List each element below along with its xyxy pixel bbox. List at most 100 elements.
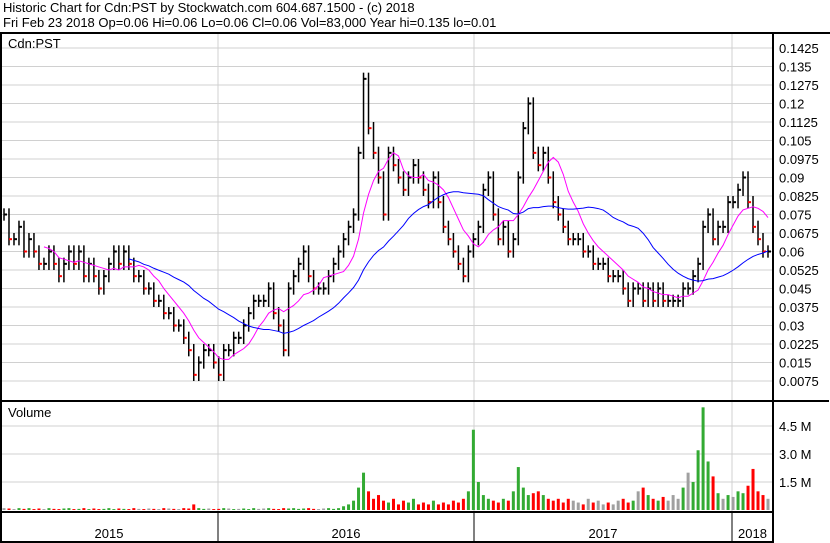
volume-bar xyxy=(152,508,156,510)
volume-bar xyxy=(167,508,171,510)
volume-bar xyxy=(282,508,286,510)
volume-bar xyxy=(596,500,600,510)
volume-bar xyxy=(332,508,336,510)
volume-bar xyxy=(272,508,276,510)
volume-bar xyxy=(342,506,346,510)
volume-bar xyxy=(401,500,405,510)
volume-bar xyxy=(337,508,341,510)
long-moving-average-line xyxy=(128,191,769,334)
volume-bar xyxy=(681,487,685,510)
volume-bar xyxy=(47,508,51,510)
volume-bar xyxy=(207,508,211,510)
chart-canvas: Cdn:PST Volume 0.1425 0.135 0.1275 0.12 0.11… xyxy=(0,32,830,543)
volume-bar xyxy=(561,502,565,510)
volume-bar xyxy=(756,491,760,510)
volume-tick-label: 1.5 M xyxy=(779,475,812,490)
year-label: 2017 xyxy=(589,526,618,541)
volume-bar xyxy=(611,504,615,510)
volume-bar xyxy=(297,508,301,510)
volume-bar xyxy=(396,504,400,510)
volume-bar xyxy=(591,502,595,510)
volume-bar xyxy=(122,508,126,510)
price-tick-label: 0.0525 xyxy=(779,263,819,278)
volume-bar xyxy=(352,500,356,510)
volume-bar xyxy=(761,495,765,510)
volume-bar xyxy=(22,508,26,510)
volume-bars xyxy=(2,407,770,510)
volume-bar xyxy=(102,508,106,510)
volume-bar xyxy=(676,498,680,510)
volume-bar xyxy=(571,500,575,510)
volume-bar xyxy=(212,509,216,510)
volume-bar xyxy=(471,429,475,510)
volume-bar xyxy=(197,508,201,510)
volume-bar xyxy=(307,508,311,510)
volume-bar xyxy=(406,502,410,510)
volume-bar xyxy=(391,498,395,510)
volume-bar xyxy=(556,498,560,510)
volume-bar xyxy=(546,498,550,510)
year-label: 2015 xyxy=(95,526,124,541)
volume-bar xyxy=(77,508,81,510)
volume-bar xyxy=(566,498,570,510)
volume-bar xyxy=(476,482,480,510)
volume-bar xyxy=(686,472,690,510)
price-tick-label: 0.1275 xyxy=(779,78,819,93)
volume-bar xyxy=(127,509,131,510)
price-tick-label: 0.0375 xyxy=(779,300,819,315)
volume-bar xyxy=(217,508,221,510)
volume-bar xyxy=(491,500,495,510)
volume-bar xyxy=(302,508,306,510)
volume-bar xyxy=(486,498,490,510)
price-tick-label: 0.1125 xyxy=(779,115,818,130)
volume-bar xyxy=(367,491,371,510)
chart-frame xyxy=(0,32,830,543)
volume-bar xyxy=(2,508,6,510)
volume-bar xyxy=(262,508,266,510)
volume-bar xyxy=(601,504,605,510)
price-tick-label: 0.09 xyxy=(779,171,804,186)
volume-bar xyxy=(516,467,520,510)
volume-bar xyxy=(67,508,71,510)
volume-bar xyxy=(377,495,381,510)
volume-bar xyxy=(222,508,226,510)
volume-bar xyxy=(671,495,675,510)
volume-bar xyxy=(586,498,590,510)
price-tick-label: 0.06 xyxy=(779,245,804,260)
volume-bar xyxy=(237,508,241,510)
volume-bar xyxy=(177,509,181,510)
volume-bar xyxy=(421,502,425,510)
volume-bar xyxy=(416,504,420,510)
volume-bar xyxy=(501,498,505,510)
volume-bar xyxy=(706,461,710,510)
volume-bar xyxy=(32,509,36,510)
volume-bar xyxy=(327,508,331,510)
volume-panel-label: Volume xyxy=(8,405,51,420)
volume-bar xyxy=(57,509,61,510)
volume-bar xyxy=(691,482,695,510)
volume-bar xyxy=(511,491,515,510)
volume-bar xyxy=(142,509,146,510)
volume-bar xyxy=(382,500,386,510)
volume-bar xyxy=(322,508,326,510)
volume-bar xyxy=(536,491,540,510)
volume-bar xyxy=(551,500,555,510)
volume-bar xyxy=(641,487,645,510)
volume-bar xyxy=(247,509,251,510)
price-panel-label: Cdn:PST xyxy=(8,36,61,51)
price-tick-label: 0.015 xyxy=(779,356,812,371)
volume-bar xyxy=(711,476,715,510)
volume-bar xyxy=(531,493,535,510)
price-tick-label: 0.0975 xyxy=(779,152,819,167)
price-tick-label: 0.12 xyxy=(779,97,804,112)
volume-bar xyxy=(736,491,740,510)
volume-bar xyxy=(277,509,281,510)
volume-bar xyxy=(411,498,415,510)
year-label: 2018 xyxy=(738,526,767,541)
volume-bar xyxy=(162,508,166,510)
volume-bar xyxy=(202,508,206,510)
volume-bar xyxy=(62,508,66,510)
volume-bar xyxy=(526,495,530,510)
volume-bar xyxy=(12,509,16,510)
volume-tick-label: 4.5 M xyxy=(779,419,812,434)
